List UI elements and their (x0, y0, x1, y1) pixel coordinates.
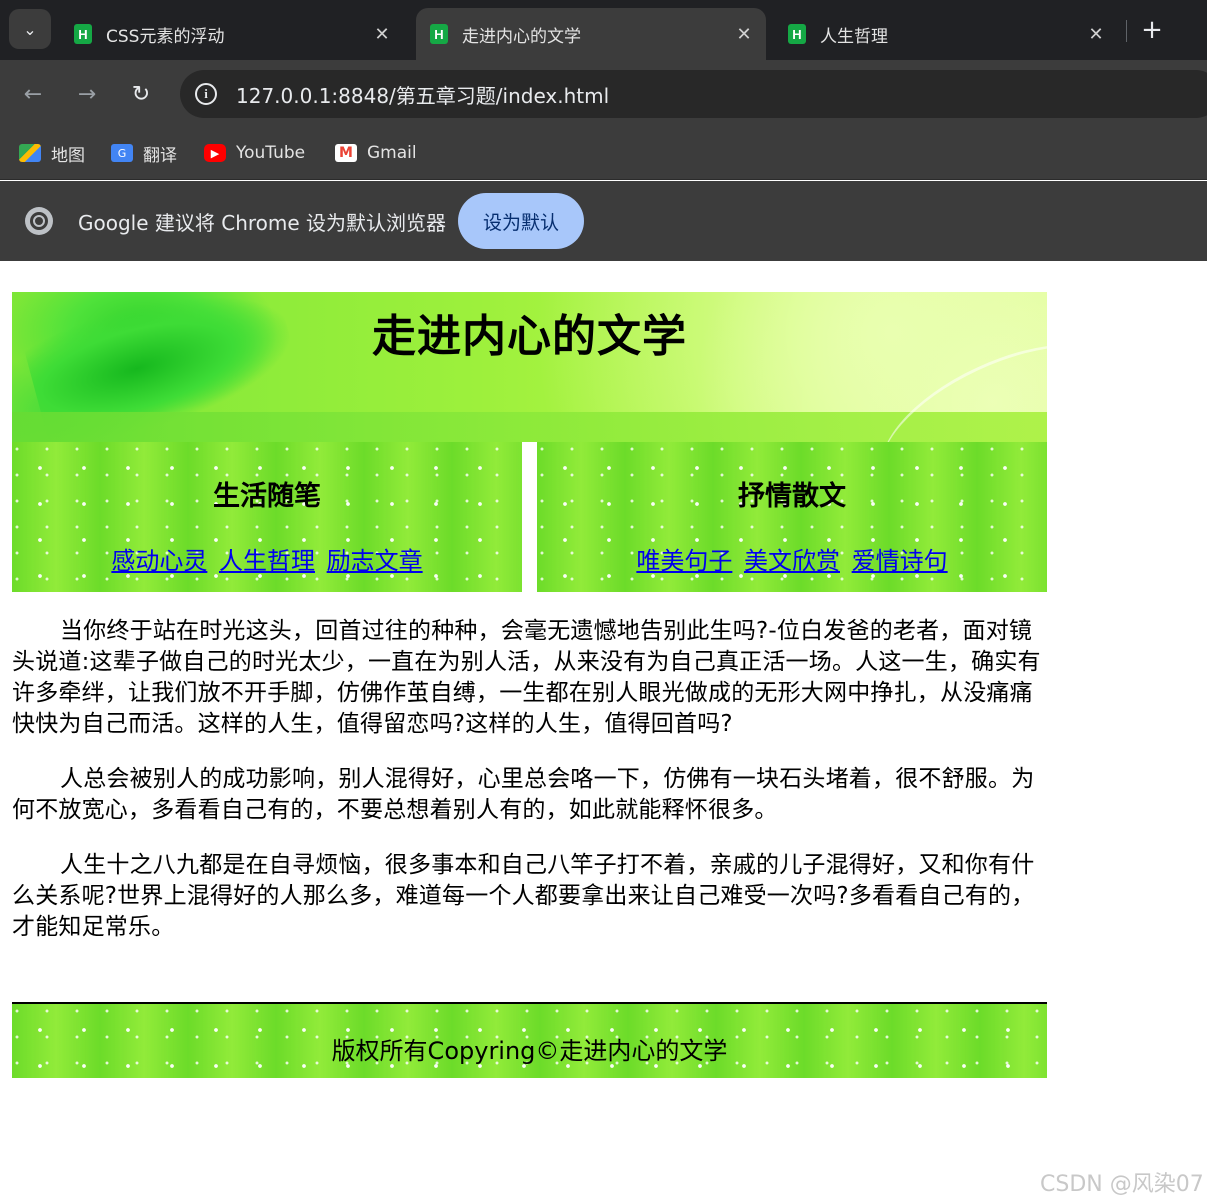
browser-toolbar: ← → ↻ i 127.0.0.1:8848/第五章习题/index.html (0, 60, 1207, 128)
link-love-poems[interactable]: 爱情诗句 (852, 547, 948, 575)
tab-divider (1126, 20, 1127, 42)
back-arrow-icon[interactable]: ← (18, 79, 48, 109)
link-beautiful-sentences[interactable]: 唯美句子 (636, 547, 732, 575)
close-tab-icon[interactable]: ✕ (370, 24, 394, 45)
bookmark-gmail[interactable]: M Gmail (335, 140, 417, 166)
tab-literature[interactable]: H 走进内心的文学 ✕ (416, 8, 766, 60)
chevron-down-icon: ⌄ (23, 19, 37, 39)
page-footer: 版权所有Copyring©走进内心的文学 (12, 1002, 1047, 1078)
tab-life-philosophy[interactable]: H 人生哲理 ✕ (778, 8, 1118, 60)
site-info-icon[interactable]: i (195, 83, 217, 105)
bookmark-label: 地图 (51, 145, 85, 166)
chrome-icon (25, 207, 53, 235)
forward-arrow-icon[interactable]: → (72, 79, 102, 109)
close-tab-icon[interactable]: ✕ (1084, 24, 1108, 45)
tab-css-float[interactable]: H CSS元素的浮动 ✕ (64, 8, 404, 60)
close-tab-icon[interactable]: ✕ (732, 24, 756, 45)
bookmark-translate[interactable]: G 翻译 (111, 140, 177, 166)
header-banner: 走进内心的文学 (12, 292, 1047, 442)
reload-icon[interactable]: ↻ (126, 79, 156, 109)
link-touching-soul[interactable]: 感动心灵 (111, 547, 207, 575)
section-links: 唯美句子 美文欣赏 爱情诗句 (537, 541, 1047, 576)
tab-strip: ⌄ H CSS元素的浮动 ✕ H 走进内心的文学 ✕ H 人生哲理 ✕ + (0, 0, 1207, 60)
section-life-essays: 生活随笔 感动心灵 人生哲理 励志文章 (12, 442, 522, 592)
infobar-message: Google 建议将 Chrome 设为默认浏览器 (78, 211, 447, 235)
hbuilder-favicon-icon: H (430, 24, 448, 44)
section-row: 生活随笔 感动心灵 人生哲理 励志文章 抒情散文 唯美句子 美文欣赏 爱情诗句 (12, 442, 1047, 592)
set-default-button[interactable]: 设为默认 (458, 193, 584, 249)
page-title: 走进内心的文学 (372, 311, 687, 362)
hbuilder-favicon-icon: H (74, 24, 92, 44)
tab-title: 人生哲理 (820, 26, 888, 47)
tab-title: CSS元素的浮动 (106, 26, 225, 47)
bookmarks-bar: 地图 G 翻译 ▶ YouTube M Gmail (0, 128, 1207, 180)
bookmark-youtube[interactable]: ▶ YouTube (204, 140, 305, 166)
bookmark-label: YouTube (236, 143, 306, 163)
link-prose-appreciation[interactable]: 美文欣赏 (744, 547, 840, 575)
tab-search-button[interactable]: ⌄ (9, 9, 51, 49)
paragraph: 当你终于站在时光这头，回首过往的种种，会毫无遗憾地告别此生吗?-位白发爸的老者，… (12, 618, 1041, 737)
section-lyrical-prose: 抒情散文 唯美句子 美文欣赏 爱情诗句 (537, 442, 1047, 592)
copyright-text: 版权所有Copyring©走进内心的文学 (331, 1037, 728, 1065)
new-tab-plus-icon[interactable]: + (1139, 14, 1165, 46)
youtube-icon: ▶ (204, 144, 226, 162)
page-content: 走进内心的文学 生活随笔 感动心灵 人生哲理 励志文章 抒情散文 唯美句子 美文… (12, 292, 1047, 967)
default-browser-infobar: Google 建议将 Chrome 设为默认浏览器 设为默认 (0, 181, 1207, 261)
bookmark-label: Gmail (367, 143, 417, 163)
maps-icon (19, 144, 41, 162)
url-text: 127.0.0.1:8848/第五章习题/index.html (236, 83, 610, 108)
article-body: 当你终于站在时光这头，回首过往的种种，会毫无遗憾地告别此生吗?-位白发爸的老者，… (12, 616, 1052, 943)
bookmark-label: 翻译 (143, 145, 177, 166)
paragraph: 人总会被别人的成功影响，别人混得好，心里总会咯一下，仿佛有一块石头堵着，很不舒服… (12, 766, 1035, 823)
section-heading: 生活随笔 (213, 481, 321, 512)
paragraph: 人生十之八九都是在自寻烦恼，很多事本和自己八竿子打不着，亲戚的儿子混得好，又和你… (12, 852, 1035, 940)
link-life-philosophy[interactable]: 人生哲理 (219, 547, 315, 575)
section-links: 感动心灵 人生哲理 励志文章 (12, 541, 522, 576)
tab-title: 走进内心的文学 (462, 26, 581, 47)
csdn-watermark: CSDN @风染07 (1040, 1172, 1204, 1197)
link-inspirational[interactable]: 励志文章 (327, 547, 423, 575)
translate-icon: G (111, 144, 133, 162)
hbuilder-favicon-icon: H (788, 24, 806, 44)
address-bar[interactable]: i 127.0.0.1:8848/第五章习题/index.html (180, 70, 1207, 118)
section-heading: 抒情散文 (738, 481, 846, 512)
bookmark-maps[interactable]: 地图 (19, 140, 85, 166)
gmail-icon: M (335, 144, 357, 162)
